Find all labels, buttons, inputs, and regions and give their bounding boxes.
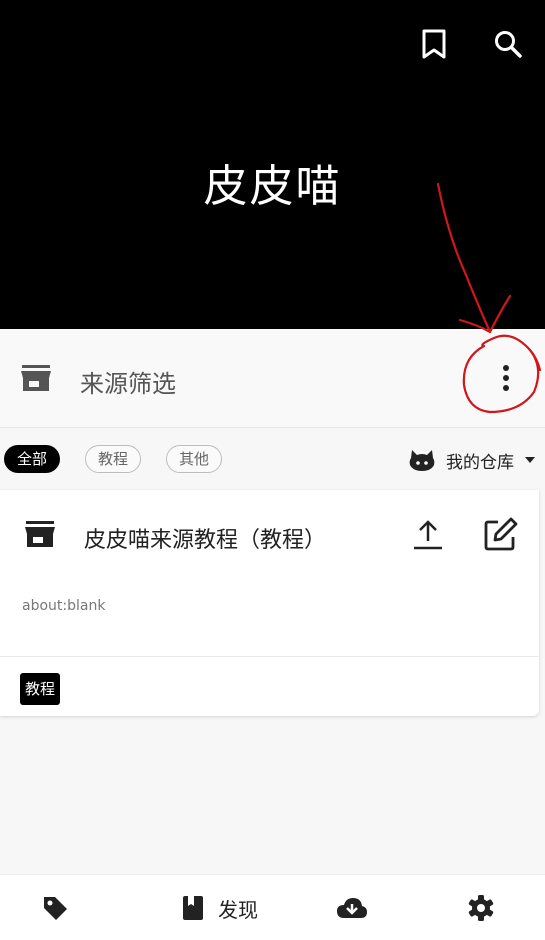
chip-other[interactable]: 其他 bbox=[166, 445, 223, 473]
more-options-button[interactable] bbox=[488, 356, 524, 400]
nav-item-tags[interactable] bbox=[30, 875, 80, 940]
chip-all[interactable]: 全部 bbox=[4, 445, 61, 473]
store-icon bbox=[21, 365, 51, 391]
book-icon bbox=[183, 896, 203, 920]
cloud-download-icon bbox=[337, 898, 367, 918]
source-url: about:blank bbox=[22, 598, 106, 614]
edit-button[interactable] bbox=[481, 514, 521, 554]
page-title: 皮皮喵 bbox=[203, 161, 342, 212]
edit-icon bbox=[484, 517, 518, 551]
upload-button[interactable] bbox=[408, 514, 448, 554]
repo-label: 我的仓库 bbox=[446, 452, 514, 473]
caret-down-icon bbox=[525, 457, 535, 463]
tag-filter-row: 全部 教程 其他 我的仓库 bbox=[0, 443, 545, 477]
more-vert-icon bbox=[503, 365, 509, 391]
store-icon bbox=[25, 521, 55, 547]
nav-item-download[interactable] bbox=[327, 875, 377, 940]
search-button[interactable] bbox=[486, 22, 530, 66]
filter-label: 来源筛选 bbox=[80, 370, 176, 398]
nav-item-settings[interactable] bbox=[456, 875, 506, 940]
source-tag[interactable]: 教程 bbox=[20, 673, 61, 705]
nav-label-discover: 发现 bbox=[218, 897, 258, 922]
app-header: 皮皮喵 bbox=[0, 0, 545, 329]
nav-item-discover[interactable]: 发现 bbox=[165, 875, 275, 940]
tag-icon bbox=[44, 897, 67, 920]
chip-tutorial[interactable]: 教程 bbox=[85, 445, 142, 473]
upload-icon bbox=[414, 520, 442, 550]
search-icon bbox=[495, 31, 522, 58]
source-card[interactable]: 皮皮喵来源教程（教程） about:blank 教程 bbox=[0, 490, 539, 716]
card-divider bbox=[0, 656, 539, 657]
gear-icon bbox=[468, 895, 494, 921]
source-filter-bar[interactable]: 来源筛选 bbox=[0, 329, 545, 428]
bookmark-button[interactable] bbox=[412, 22, 456, 66]
github-icon bbox=[409, 450, 435, 471]
bookmark-icon bbox=[422, 29, 446, 59]
my-repo-dropdown[interactable]: 我的仓库 bbox=[408, 443, 536, 477]
bottom-navigation: 发现 bbox=[0, 874, 545, 940]
source-title: 皮皮喵来源教程（教程） bbox=[84, 528, 327, 553]
